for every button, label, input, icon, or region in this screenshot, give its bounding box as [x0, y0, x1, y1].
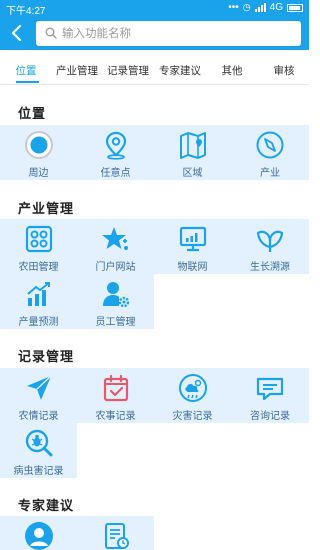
grid-item-label: 产业: [260, 168, 280, 179]
grid-item-area[interactable]: 区域: [154, 125, 231, 180]
document-clock-icon: [104, 523, 129, 549]
back-arrow-icon[interactable]: [4, 20, 30, 46]
weather-icon: [178, 374, 207, 402]
grid-item-label: 物联网: [177, 262, 208, 273]
status-time: 下午4:27: [6, 6, 46, 17]
folded-map-icon: [179, 132, 206, 159]
grid-item-label: 灾害记录: [172, 411, 213, 422]
search-icon: [45, 27, 57, 39]
rising-bars-icon: [26, 282, 50, 306]
monitor-chart-icon: [179, 226, 206, 252]
grid-item-growth-traceability[interactable]: 生长溯源: [231, 219, 309, 274]
star-icon: [101, 227, 128, 250]
grid-item-agricultural-record[interactable]: 农情记录: [0, 368, 77, 423]
grid-item-pest-record[interactable]: 病虫害记录: [0, 423, 77, 478]
search-box[interactable]: [36, 21, 301, 46]
expert-avatar-icon: [24, 522, 53, 550]
grid-item-label: 农情记录: [18, 411, 59, 422]
tab-divider: [0, 84, 309, 85]
sprout-icon: [256, 230, 284, 252]
grid-item-label: 农田管理: [18, 262, 59, 273]
calendar-check-icon: [103, 374, 128, 402]
grid-item-industry[interactable]: 产业: [231, 125, 309, 180]
header-bar: [0, 16, 309, 50]
grid-item-consultation-record[interactable]: 咨询记录: [231, 368, 309, 423]
map-pin-icon: [105, 131, 126, 160]
grid-item-iot[interactable]: 物联网: [154, 219, 231, 274]
grid-item-label: 农事记录: [95, 411, 136, 422]
target-circle-icon: [24, 131, 53, 159]
grid-item-label: 区域: [182, 168, 203, 179]
grid-item-label: 周边: [28, 168, 49, 179]
category-tabs: 位置 产业管理 记录管理 专家建议 其他 审核: [0, 58, 309, 86]
grid-item-label: 病虫害记录: [13, 466, 64, 477]
tab-expert-advice[interactable]: 专家建议: [159, 63, 201, 78]
tab-review[interactable]: 审核: [274, 63, 295, 78]
grid-item-label: 门户网站: [95, 262, 136, 273]
grid-item-yield-forecast[interactable]: 产量预测: [0, 274, 77, 329]
grid-item-farmland-management[interactable]: 农田管理: [0, 219, 77, 274]
grid-item-label: 员工管理: [95, 317, 136, 328]
status-icons: ••• ◷ 4G: [228, 2, 303, 13]
search-input[interactable]: [62, 24, 292, 43]
section-title-location: 位置: [18, 106, 47, 121]
grid-item-label: 咨询记录: [250, 411, 290, 422]
grid-item-label: 生长溯源: [250, 262, 290, 273]
status-bar: 下午4:27 ••• ◷ 4G: [0, 0, 309, 17]
grid-item-disaster-record[interactable]: 灾害记录: [154, 368, 231, 423]
section-title-record-management: 记录管理: [18, 349, 75, 364]
alarm-icon: ◷: [242, 2, 251, 12]
tab-industry-management[interactable]: 产业管理: [56, 63, 98, 78]
grid-item-expert[interactable]: [0, 516, 77, 550]
grid-item-label: 产量预测: [18, 317, 59, 328]
grid-item-any-point[interactable]: 任意点: [77, 125, 154, 180]
bug-search-icon: [25, 429, 52, 457]
grid-item-nearby[interactable]: 周边: [0, 125, 77, 180]
grid-item-label: 任意点: [100, 168, 131, 179]
section-title-industry-management: 产业管理: [18, 201, 75, 216]
tab-location[interactable]: 位置: [16, 63, 37, 78]
farmland-grid-icon: [25, 225, 52, 253]
paper-plane-icon: [26, 375, 51, 400]
battery-icon: [287, 3, 303, 12]
tab-other[interactable]: 其他: [222, 63, 243, 78]
grid-item-farming-record[interactable]: 农事记录: [77, 368, 154, 423]
grid-item-staff-management[interactable]: 员工管理: [77, 274, 154, 329]
grid-item-expert-document[interactable]: [77, 516, 154, 550]
signal-icon: [254, 3, 266, 12]
user-gear-icon: [102, 282, 129, 308]
grid-item-portal-website[interactable]: 门户网站: [77, 219, 154, 274]
tab-record-management[interactable]: 记录管理: [107, 63, 149, 78]
active-tab-indicator: [16, 81, 39, 83]
chat-bubble-icon: [256, 377, 284, 401]
more-dots-icon: •••: [228, 2, 239, 13]
network-type: 4G: [269, 2, 283, 13]
section-title-expert-advice: 专家建议: [18, 498, 75, 513]
compass-icon: [256, 131, 284, 159]
